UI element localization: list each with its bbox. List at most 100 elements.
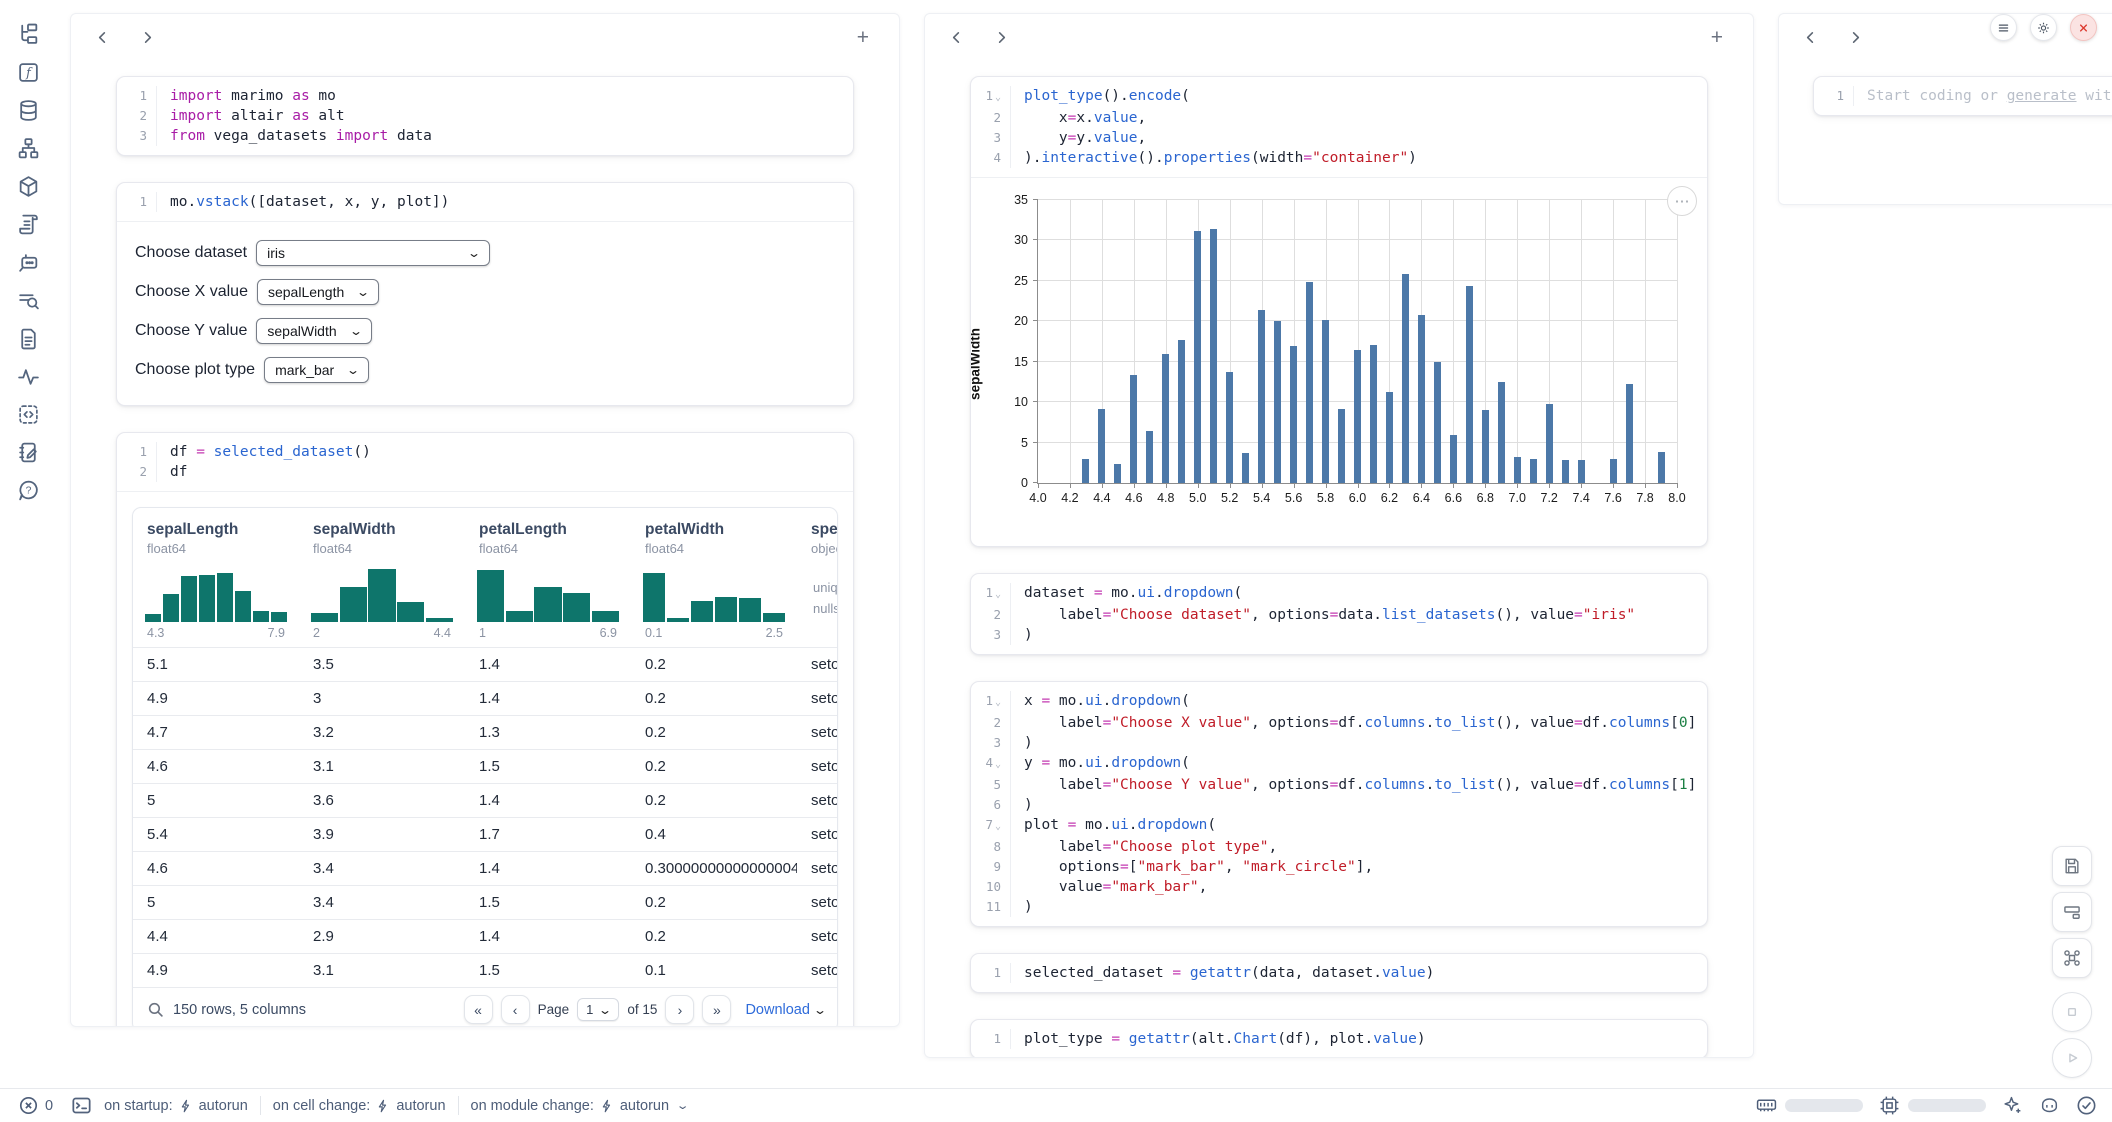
last-page-button[interactable]: »	[702, 995, 731, 1024]
document-icon	[17, 327, 40, 350]
gridline-vertical	[1613, 200, 1614, 483]
altair-bar-chart[interactable]: 4.04.24.44.64.85.05.25.45.65.86.06.26.46…	[985, 188, 1693, 540]
x-tick-mark	[1485, 483, 1486, 488]
ai-assist-button[interactable]	[2002, 1095, 2023, 1116]
column-header[interactable]: sepalWidthfloat64	[299, 508, 465, 556]
sidebar-packages-button[interactable]	[16, 174, 40, 198]
terminal-icon	[71, 1095, 92, 1116]
previous-page-button[interactable]: ‹	[501, 995, 530, 1024]
sidebar-tracing-button[interactable]	[16, 364, 40, 388]
sidebar-logs-button[interactable]	[16, 212, 40, 236]
sidebar-documentation-button[interactable]	[16, 326, 40, 350]
copilot-button[interactable]	[2039, 1095, 2060, 1116]
help-bubble-icon: ?	[17, 479, 40, 502]
autorun-setting[interactable]: on cell change:autorun	[273, 1098, 446, 1114]
scroll-right-button[interactable]	[1848, 30, 1863, 45]
scroll-left-button[interactable]	[949, 30, 964, 45]
status-left: 0 on startup:autorun on cell change:autor…	[0, 1095, 687, 1116]
errors-button[interactable]: 0	[13, 1095, 59, 1116]
code-editor[interactable]: 1⌄x = mo.ui.dropdown(2 label="Choose X v…	[971, 682, 1707, 926]
save-button[interactable]	[2052, 846, 2092, 886]
x-tick-label: 4.6	[1125, 491, 1142, 505]
scroll-right-button[interactable]	[140, 30, 155, 45]
shortcuts-button[interactable]	[2052, 938, 2092, 978]
dataset-select[interactable]: iris ⌄	[256, 240, 490, 266]
page-number: 1	[586, 1002, 593, 1017]
search-icon[interactable]	[147, 1001, 164, 1018]
y-value-select[interactable]: sepalWidth⌄	[256, 318, 371, 344]
add-cell-button[interactable]: +	[1705, 26, 1729, 49]
code-editor[interactable]: 1import marimo as mo2import altair as al…	[117, 77, 853, 155]
code-editor[interactable]: 1plot_type = getattr(alt.Chart(df), plot…	[971, 1020, 1707, 1058]
code-editor[interactable]: 1⌄plot_type().encode(2 x=x.value,3 y=y.v…	[971, 77, 1707, 177]
gridline-horizontal	[1038, 320, 1677, 321]
gridline-vertical	[1517, 200, 1518, 483]
sidebar-help-button[interactable]: ?	[16, 478, 40, 502]
selected-value: iris	[267, 245, 285, 261]
fold-icon[interactable]: ⌄	[995, 92, 1001, 103]
sidebar-scratchpad-button[interactable]	[16, 440, 40, 464]
layout-button[interactable]	[2052, 892, 2092, 932]
fold-icon[interactable]: ⌄	[995, 589, 1001, 600]
hamburger-menu-icon	[1997, 21, 2010, 35]
column-header[interactable]: sepalLengthfloat64	[133, 508, 299, 556]
connection-status-button[interactable]	[2076, 1095, 2097, 1116]
scroll-right-button[interactable]	[994, 30, 1009, 45]
histogram-range: 16.9	[467, 622, 629, 647]
code-editor[interactable]: 1df = selected_dataset()2df	[117, 433, 853, 491]
settings-button[interactable]	[2030, 14, 2057, 41]
column-summary: uniquenulls:	[797, 556, 838, 647]
table-row: 4.73.21.30.2setosa	[133, 715, 837, 749]
gridline-vertical	[1070, 200, 1071, 483]
table-row: 53.61.40.2setosa	[133, 783, 837, 817]
sidebar-datasources-button[interactable]	[16, 98, 40, 122]
run-button[interactable]	[2052, 1038, 2092, 1078]
table-summary-row: 4.37.924.416.90.12.5uniquenulls:	[133, 556, 837, 647]
shutdown-button[interactable]	[2070, 14, 2097, 41]
code-editor[interactable]: 1selected_dataset = getattr(data, datase…	[971, 954, 1707, 992]
add-cell-button[interactable]: +	[851, 26, 875, 49]
code-text: y = mo.ui.dropdown(	[1011, 753, 1190, 775]
code-editor[interactable]: 1 Start coding or generate with	[1814, 77, 2112, 115]
code-text: label="Choose plot type",	[1011, 837, 1277, 857]
scroll-left-button[interactable]	[95, 30, 110, 45]
sidebar-variables-button[interactable]: f	[16, 60, 40, 84]
sidebar-file-explorer-button[interactable]	[16, 22, 40, 46]
first-page-button[interactable]: «	[464, 995, 493, 1024]
cell-empty: 1 Start coding or generate with	[1813, 76, 2112, 116]
table-cell: 1.3	[465, 716, 631, 749]
generate-link[interactable]: generate	[2007, 88, 2077, 104]
chevron-down-icon: ⌄	[467, 246, 481, 260]
code-text: selected_dataset = getattr(data, dataset…	[1011, 963, 1434, 983]
vega-actions-button[interactable]: ⋯	[1667, 186, 1697, 216]
column-header[interactable]: speciesobject	[797, 508, 838, 556]
sidebar-ai-chat-button[interactable]	[16, 250, 40, 274]
scroll-left-button[interactable]	[1803, 30, 1818, 45]
terminal-button[interactable]	[71, 1095, 92, 1116]
autorun-setting[interactable]: on startup:autorun	[104, 1098, 248, 1114]
notebook-menu-button[interactable]	[1990, 14, 2017, 41]
chat-bot-icon	[17, 251, 40, 274]
fold-icon[interactable]: ⌄	[995, 697, 1001, 708]
sidebar-outline-button[interactable]	[16, 288, 40, 312]
fold-icon[interactable]: ⌄	[995, 759, 1001, 770]
next-page-button[interactable]: ›	[665, 995, 694, 1024]
chart-bar	[1354, 350, 1361, 483]
line-number: 4⌄	[971, 753, 1011, 775]
table-cell: setosa	[797, 818, 838, 851]
plot-type-select[interactable]: mark_bar⌄	[264, 357, 369, 383]
line-number: 1	[971, 963, 1011, 983]
code-editor[interactable]: 1⌄dataset = mo.ui.dropdown(2 label="Choo…	[971, 574, 1707, 654]
x-value-select[interactable]: sepalLength⌄	[257, 279, 379, 305]
sidebar-dependencies-button[interactable]	[16, 136, 40, 160]
stop-button[interactable]	[2052, 992, 2092, 1032]
fold-icon[interactable]: ⌄	[995, 821, 1001, 832]
row-count-summary: 150 rows, 5 columns	[173, 1002, 306, 1018]
sidebar-snippets-button[interactable]	[16, 402, 40, 426]
download-button[interactable]: Download⌄	[745, 1002, 825, 1018]
code-editor[interactable]: 1mo.vstack([dataset, x, y, plot])	[117, 183, 853, 221]
autorun-setting[interactable]: on module change:autorun⌄	[471, 1098, 688, 1114]
page-select[interactable]: 1⌄	[577, 998, 619, 1021]
column-header[interactable]: petalLengthfloat64	[465, 508, 631, 556]
column-header[interactable]: petalWidthfloat64	[631, 508, 797, 556]
